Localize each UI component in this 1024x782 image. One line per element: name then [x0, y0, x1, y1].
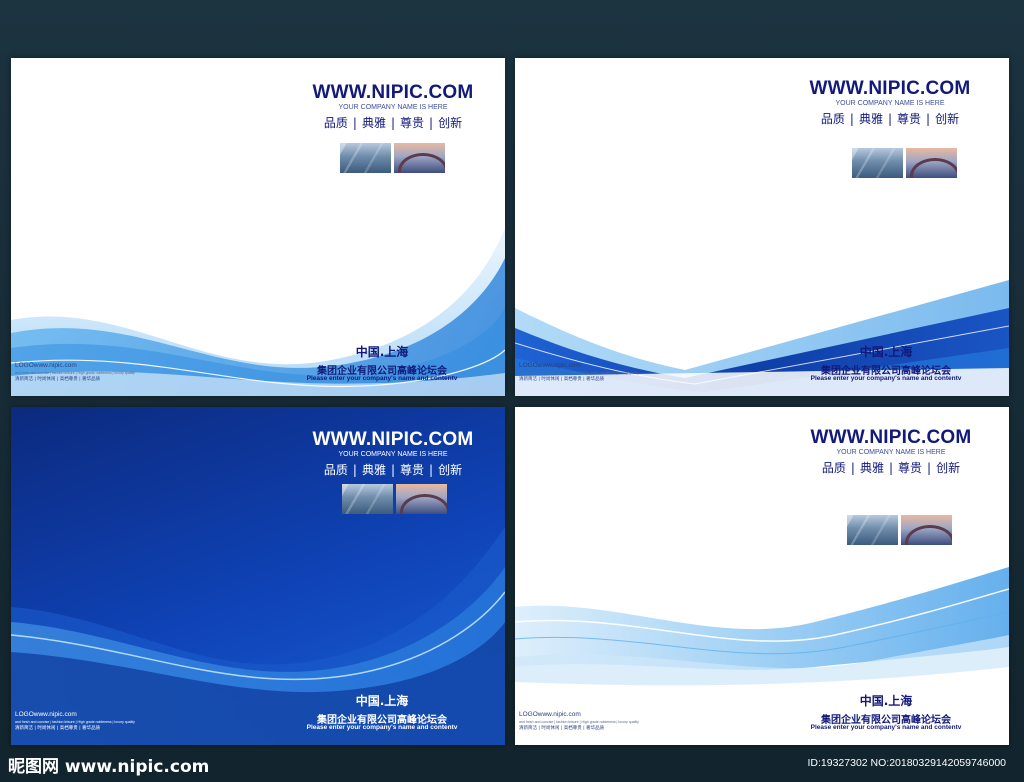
cover-design-4[interactable]: WWW.NIPIC.COM YOUR COMPANY NAME IS HERE …	[515, 407, 1009, 745]
site-title: WWW.NIPIC.COM	[809, 78, 971, 99]
bridge-photo	[396, 484, 447, 514]
value-innovation: 创新	[438, 463, 463, 477]
photo-strip	[342, 484, 447, 514]
fine-print: and fresh and concise | fashion leisure …	[519, 720, 639, 724]
city-label: 中国.上海	[355, 694, 409, 708]
building-photo	[342, 484, 393, 514]
value-innovation: 创新	[438, 116, 463, 130]
value-elegance: 典雅	[859, 461, 884, 475]
company-name-english: Please enter your company's name and con…	[306, 375, 458, 382]
value-nobility: 尊贵	[400, 463, 425, 477]
building-photo	[852, 148, 903, 178]
logo-url: LOGOwww.nipic.com	[519, 362, 581, 369]
value-nobility: 尊贵	[400, 116, 425, 130]
fine-print: and fresh and concise | fashion leisure …	[15, 720, 135, 724]
site-title: WWW.NIPIC.COM	[810, 427, 972, 448]
logo-url: LOGOwww.nipic.com	[15, 711, 77, 718]
values-line: 品质 | 典雅 | 尊贵 | 创新	[820, 112, 960, 126]
value-quality: 品质	[323, 116, 348, 130]
company-tagline: YOUR COMPANY NAME IS HERE	[836, 449, 946, 456]
fine-print: and fresh and concise | fashion leisure …	[519, 371, 639, 375]
site-title: WWW.NIPIC.COM	[312, 429, 474, 450]
building-photo	[847, 515, 898, 545]
value-nobility: 尊贵	[898, 461, 923, 475]
motto-line: 清新简洁 | 时尚休闲 | 高档尊贵 | 奢华品质	[15, 726, 101, 731]
logo-url: LOGOwww.nipic.com	[15, 362, 77, 369]
site-title: WWW.NIPIC.COM	[312, 82, 474, 103]
value-nobility: 尊贵	[897, 112, 922, 126]
values-line: 品质 | 典雅 | 尊贵 | 创新	[323, 116, 463, 130]
city-label: 中国.上海	[859, 345, 913, 359]
values-line: 品质 | 典雅 | 尊贵 | 创新	[323, 463, 463, 477]
value-elegance: 典雅	[858, 112, 883, 126]
city-label: 中国.上海	[355, 345, 409, 359]
fine-print: and fresh and concise | fashion leisure …	[15, 371, 135, 375]
value-elegance: 典雅	[361, 116, 386, 130]
cover-design-3[interactable]: WWW.NIPIC.COM YOUR COMPANY NAME IS HERE …	[11, 407, 505, 745]
motto-line: 清新简洁 | 时尚休闲 | 高档尊贵 | 奢华品质	[519, 377, 605, 382]
image-id-line: ID:19327302 NO:20180329142059746000	[807, 757, 1006, 769]
watermark-brand: 昵图网 www.nipic.com	[8, 757, 210, 777]
building-photo	[340, 143, 391, 173]
value-innovation: 创新	[935, 112, 960, 126]
cover-design-1[interactable]: WWW.NIPIC.COM YOUR COMPANY NAME IS HERE …	[11, 58, 505, 396]
company-name-english: Please enter your company's name and con…	[306, 724, 458, 731]
motto-line: 清新简洁 | 时尚休闲 | 高档尊贵 | 奢华品质	[15, 377, 101, 382]
motto-line: 清新简洁 | 时尚休闲 | 高档尊贵 | 奢华品质	[519, 726, 605, 731]
photo-strip	[847, 515, 952, 545]
values-line: 品质 | 典雅 | 尊贵 | 创新	[821, 461, 961, 475]
value-elegance: 典雅	[361, 463, 386, 477]
city-label: 中国.上海	[859, 694, 913, 708]
company-name-english: Please enter your company's name and con…	[810, 724, 962, 731]
bridge-photo	[901, 515, 952, 545]
value-innovation: 创新	[936, 461, 961, 475]
cover-design-2[interactable]: WWW.NIPIC.COM YOUR COMPANY NAME IS HERE …	[515, 58, 1009, 396]
company-tagline: YOUR COMPANY NAME IS HERE	[338, 104, 448, 111]
value-quality: 品质	[820, 112, 845, 126]
logo-url: LOGOwww.nipic.com	[519, 711, 581, 718]
bridge-photo	[906, 148, 957, 178]
value-quality: 品质	[323, 463, 348, 477]
value-quality: 品质	[821, 461, 846, 475]
company-tagline: YOUR COMPANY NAME IS HERE	[338, 451, 448, 458]
photo-strip	[340, 143, 445, 173]
company-tagline: YOUR COMPANY NAME IS HERE	[835, 100, 945, 107]
bridge-photo	[394, 143, 445, 173]
photo-strip	[852, 148, 957, 178]
company-name-english: Please enter your company's name and con…	[810, 375, 962, 382]
